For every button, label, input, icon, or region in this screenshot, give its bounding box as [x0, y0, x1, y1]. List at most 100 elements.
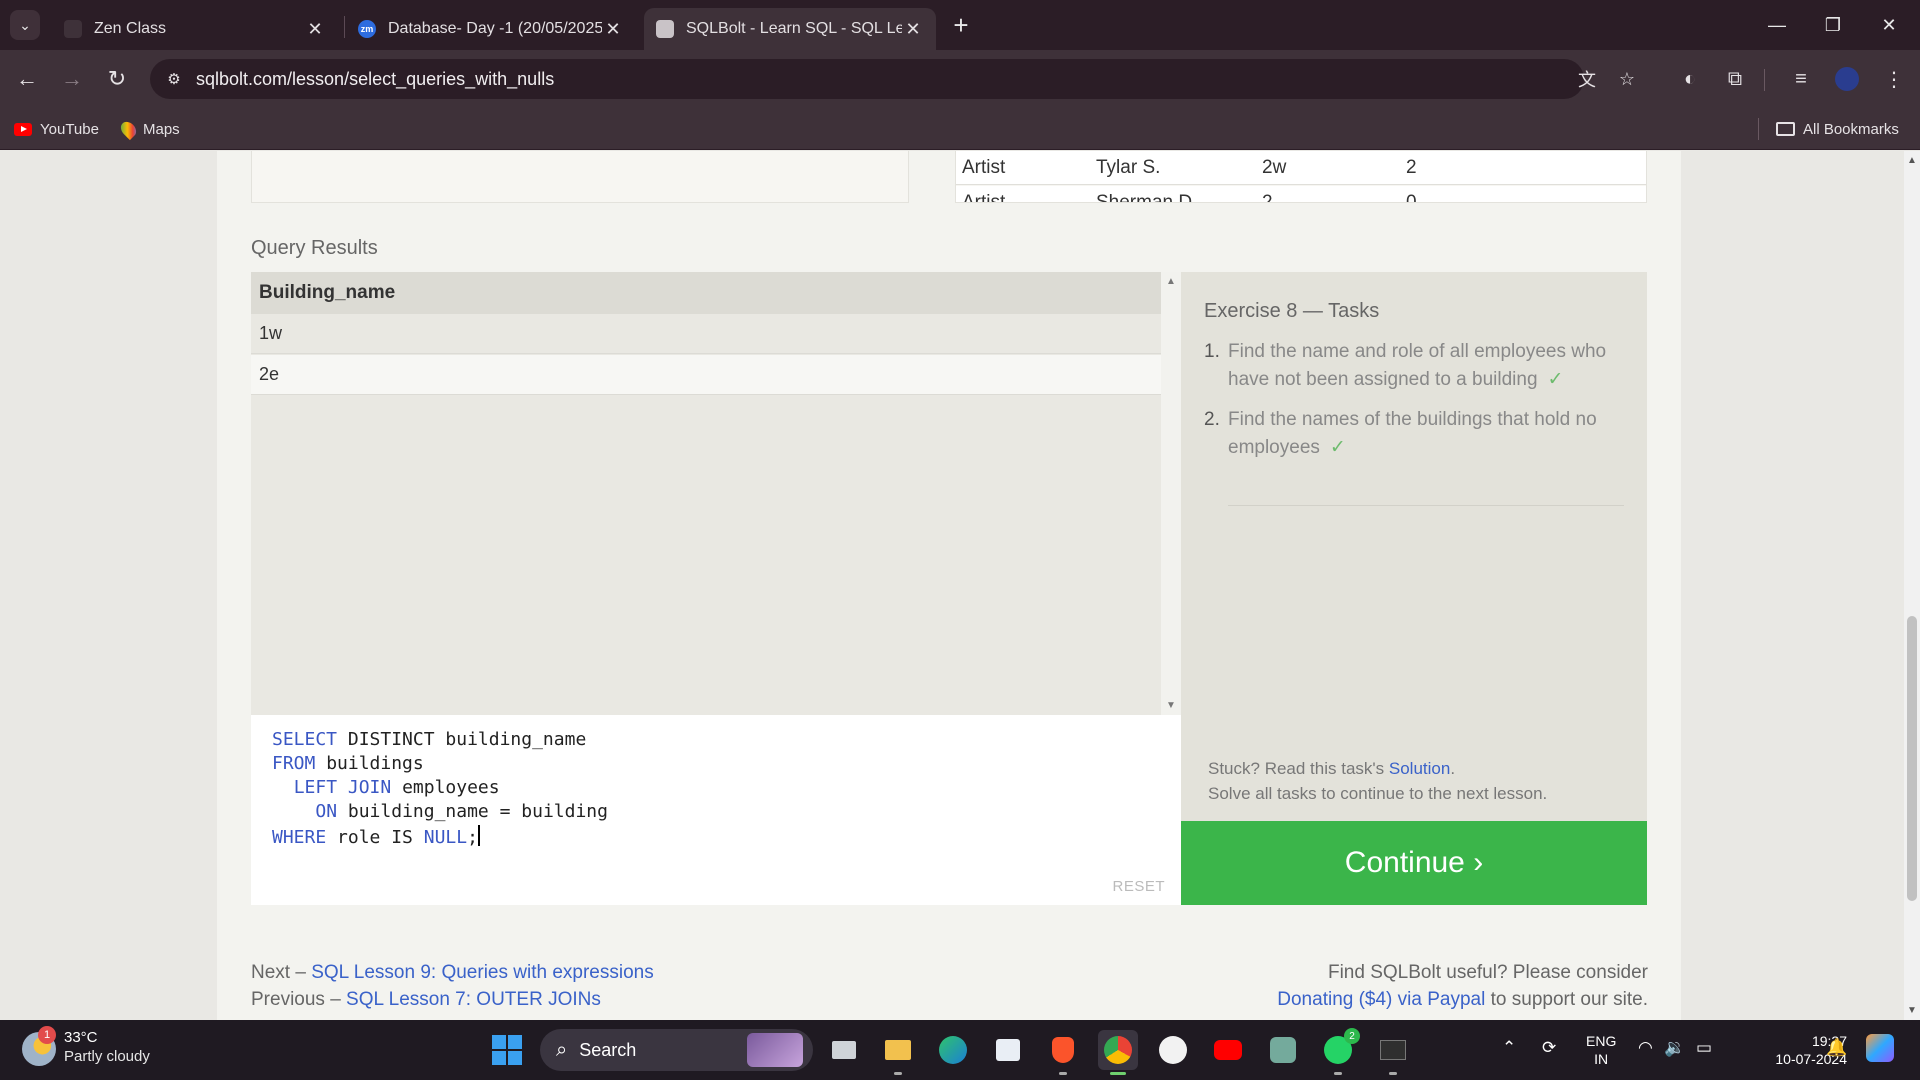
task-item-2: 2. Find the names of the buildings that …: [1204, 409, 1597, 458]
maps-icon: [117, 118, 140, 140]
weather-widget[interactable]: 1 33°C Partly cloudy: [22, 1026, 150, 1066]
reset-button[interactable]: RESET: [1112, 878, 1165, 895]
sqlbolt-favicon-icon: [656, 20, 674, 38]
plus-icon: +: [953, 9, 969, 40]
profile-avatar[interactable]: [1830, 62, 1864, 96]
media-control-icon[interactable]: ≡: [1784, 62, 1818, 96]
search-highlight-image: [747, 1033, 803, 1067]
close-window-button[interactable]: ✕: [1866, 8, 1912, 42]
wifi-icon[interactable]: ◠: [1638, 1038, 1653, 1058]
zm-favicon-icon: zm: [358, 20, 376, 38]
language-indicator[interactable]: ENG IN: [1586, 1032, 1616, 1068]
tab-title: Zen Class: [94, 20, 167, 37]
minimize-icon: —: [1768, 14, 1786, 35]
tasks-panel: Exercise 8 — Tasks 1. Find the name and …: [1181, 272, 1647, 821]
tab-title: Database- Day -1 (20/05/2025): [388, 20, 602, 37]
notification-bell-icon[interactable]: 🔔: [1826, 1038, 1847, 1058]
chrome-icon[interactable]: [1098, 1030, 1138, 1075]
copilot-icon[interactable]: [1866, 1034, 1894, 1062]
task-view-icon[interactable]: [824, 1030, 864, 1070]
continue-button[interactable]: Continue ›: [1181, 821, 1647, 905]
scroll-down-icon[interactable]: ▼: [1166, 700, 1176, 711]
bookmark-maps[interactable]: Maps: [117, 114, 180, 144]
whatsapp-web-icon[interactable]: [1153, 1030, 1193, 1070]
taskbar-search[interactable]: ⌕ Search: [540, 1029, 813, 1071]
arrow-right-icon: →: [61, 66, 83, 91]
whatsapp-icon[interactable]: 2: [1318, 1028, 1360, 1075]
page-viewport: Artist Tylar S. 2w 2 Artist Sherman D. 2…: [0, 151, 1920, 1020]
text-caret: [477, 825, 480, 846]
lang-code: ENG: [1586, 1033, 1617, 1049]
tab-database-day-1[interactable]: zm Database- Day -1 (20/05/2025) ✕: [346, 8, 636, 50]
sql-editor[interactable]: SELECT DISTINCT building_name FROM build…: [251, 715, 1181, 905]
scroll-up-icon[interactable]: ▲: [1907, 155, 1917, 166]
tasks-title: Exercise 8 — Tasks: [1204, 300, 1380, 322]
bookmark-youtube[interactable]: YouTube: [14, 114, 99, 144]
sync-icon[interactable]: ⟳: [1542, 1038, 1556, 1058]
reload-icon: ↻: [107, 66, 127, 91]
star-icon[interactable]: ☆: [1612, 65, 1642, 93]
file-explorer-icon[interactable]: [878, 1030, 918, 1075]
close-icon[interactable]: ✕: [304, 19, 326, 40]
table-cell: Artist: [962, 156, 1006, 178]
arrow-left-icon: ←: [16, 66, 38, 91]
donate-link[interactable]: Donating ($4) via Paypal: [1277, 989, 1485, 1010]
address-bar[interactable]: ⚙ sqlbolt.com/lesson/select_queries_with…: [150, 59, 1635, 99]
partly-cloudy-icon: 1: [22, 1026, 56, 1066]
table-row: Artist Sherman D. 2 0: [956, 186, 1646, 203]
reload-button[interactable]: ↻: [100, 62, 134, 96]
url-text: sqlbolt.com/lesson/select_queries_with_n…: [196, 68, 555, 89]
back-button[interactable]: ←: [10, 62, 44, 96]
menu-kebab-icon[interactable]: ⋮: [1877, 62, 1911, 96]
volume-icon[interactable]: 🔉: [1664, 1038, 1685, 1058]
restore-button[interactable]: ❐: [1810, 8, 1856, 42]
microsoft-store-icon[interactable]: [988, 1030, 1028, 1070]
close-icon[interactable]: ✕: [902, 19, 924, 40]
check-icon: ✓: [1547, 369, 1564, 390]
bookmark-separator: [1758, 118, 1759, 140]
table-cell: Sherman D.: [1096, 191, 1198, 203]
forward-button[interactable]: →: [55, 62, 89, 96]
translate-icon[interactable]: 文: [1572, 65, 1602, 93]
scroll-down-icon[interactable]: ▼: [1907, 1005, 1917, 1016]
donation-note: Find SQLBolt useful? Please consider Don…: [1277, 962, 1648, 1010]
tab-sqlbolt[interactable]: SQLBolt - Learn SQL - SQL Lesson ✕: [644, 8, 936, 50]
close-icon[interactable]: ✕: [602, 19, 624, 40]
site-info-icon[interactable]: ⚙: [154, 70, 194, 88]
bookmark-label: Maps: [143, 120, 180, 138]
tab-search-button[interactable]: ⌄: [10, 10, 40, 40]
results-column-header: Building_name: [251, 272, 1161, 314]
solution-link[interactable]: Solution: [1389, 759, 1450, 778]
tab-zen-class[interactable]: Zen Class ✕: [52, 8, 338, 50]
table-cell: 2: [1262, 191, 1273, 203]
youtube-icon[interactable]: [1208, 1030, 1248, 1070]
chevron-down-icon: ⌄: [19, 16, 31, 33]
minimize-button[interactable]: —: [1754, 8, 1800, 42]
tab-title: SQLBolt - Learn SQL - SQL Lesson: [686, 20, 902, 37]
temperature: 33°C: [64, 1029, 98, 1046]
task-divider: [1228, 505, 1624, 506]
brave-icon[interactable]: [1043, 1030, 1083, 1075]
scrollbar-thumb[interactable]: [1907, 616, 1917, 901]
battery-icon[interactable]: ▭: [1696, 1038, 1712, 1058]
taskbar: 1 33°C Partly cloudy ⌕ Search 2 ⌃ ⟳ ENG …: [0, 1020, 1920, 1080]
edge-icon[interactable]: [933, 1030, 973, 1070]
previous-lesson-link[interactable]: SQL Lesson 7: OUTER JOINs: [346, 989, 601, 1010]
code-line: ON building_name = building: [315, 801, 608, 822]
exercise-tables-panel: [251, 151, 909, 203]
chevron-up-icon[interactable]: ⌃: [1502, 1038, 1516, 1058]
new-tab-button[interactable]: +: [946, 10, 976, 40]
query-results-table: Building_name 1w 2e ▲ ▼: [251, 272, 1181, 715]
windows-start-icon[interactable]: [492, 1035, 522, 1065]
extension-icon[interactable]: ◐: [1673, 62, 1707, 96]
chatgpt-icon[interactable]: [1263, 1030, 1303, 1070]
bookmarks-bar: YouTube Maps All Bookmarks: [0, 108, 1920, 150]
next-lesson-link[interactable]: SQL Lesson 9: Queries with expressions: [311, 962, 654, 983]
results-scrollbar[interactable]: ▲ ▼: [1161, 272, 1181, 715]
puzzle-icon[interactable]: ⧉: [1718, 62, 1752, 96]
page-scrollbar[interactable]: ▲ ▼: [1904, 151, 1920, 1020]
all-bookmarks-button[interactable]: All Bookmarks: [1776, 114, 1899, 144]
terminal-icon[interactable]: [1373, 1030, 1413, 1075]
table-cell: Artist: [962, 191, 1006, 203]
scroll-up-icon[interactable]: ▲: [1166, 276, 1176, 287]
